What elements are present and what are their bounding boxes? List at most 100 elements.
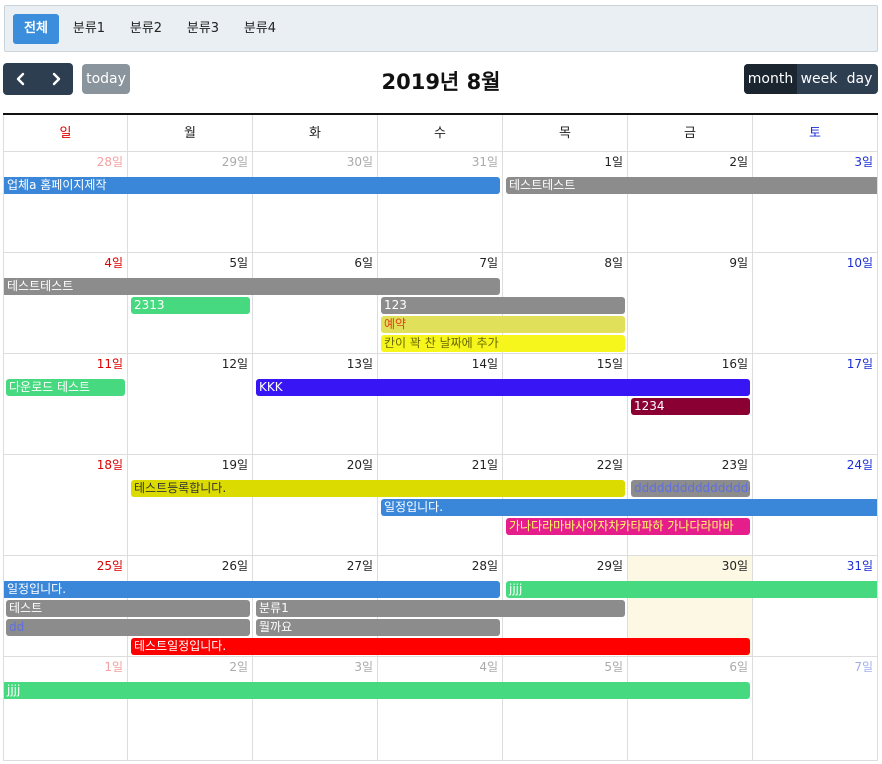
day-number[interactable]: 10일 [847, 254, 873, 271]
day-cell[interactable]: 31일 [378, 152, 503, 253]
calendar-event[interactable]: 테스트등록합니다. [131, 480, 625, 497]
day-cell[interactable]: 20일 [253, 455, 378, 556]
day-number[interactable]: 11일 [97, 355, 123, 372]
calendar-event[interactable]: 뭘까요 [256, 619, 500, 636]
day-cell[interactable]: 15일 [503, 354, 628, 455]
day-number[interactable]: 22일 [597, 456, 623, 473]
day-cell[interactable]: 30일 [253, 152, 378, 253]
day-number[interactable]: 28일 [472, 557, 498, 574]
day-cell[interactable]: 6일 [253, 253, 378, 354]
day-cell[interactable]: 18일 [3, 455, 128, 556]
calendar-event[interactable]: 테스트테스트 [4, 278, 500, 295]
day-cell[interactable]: 3일 [753, 152, 878, 253]
day-number[interactable]: 20일 [347, 456, 373, 473]
day-number[interactable]: 14일 [472, 355, 498, 372]
day-number[interactable]: 26일 [222, 557, 248, 574]
day-number[interactable]: 2일 [729, 153, 748, 170]
calendar-event[interactable]: 가나다라마바사아자차카타파하 가나다라마바 [506, 518, 750, 535]
day-number[interactable]: 13일 [347, 355, 373, 372]
day-number[interactable]: 1일 [604, 153, 623, 170]
day-cell[interactable]: 5일 [503, 657, 628, 761]
day-cell[interactable]: 12일 [128, 354, 253, 455]
day-number[interactable]: 27일 [347, 557, 373, 574]
day-cell[interactable]: 14일 [378, 354, 503, 455]
day-cell[interactable]: 2일 [128, 657, 253, 761]
day-cell[interactable]: 4일 [378, 657, 503, 761]
view-day-button[interactable]: day [841, 64, 878, 94]
day-number[interactable]: 21일 [472, 456, 498, 473]
calendar-event[interactable]: 2313 [131, 297, 250, 314]
day-number[interactable]: 12일 [222, 355, 248, 372]
calendar-event[interactable]: jjjj [506, 581, 877, 598]
category-tab[interactable]: 분류1 [65, 14, 113, 44]
day-number[interactable]: 6일 [729, 658, 748, 675]
day-cell[interactable]: 3일 [253, 657, 378, 761]
day-number[interactable]: 30일 [347, 153, 373, 170]
day-number[interactable]: 2일 [229, 658, 248, 675]
day-number[interactable]: 3일 [854, 153, 873, 170]
day-number[interactable]: 25일 [97, 557, 123, 574]
calendar-event[interactable]: 예약 [381, 316, 625, 333]
day-number[interactable]: 17일 [847, 355, 873, 372]
day-number[interactable]: 29일 [222, 153, 248, 170]
day-number[interactable]: 16일 [722, 355, 748, 372]
day-number[interactable]: 7일 [854, 658, 873, 675]
day-number[interactable]: 24일 [847, 456, 873, 473]
day-cell[interactable]: 9일 [628, 253, 753, 354]
day-cell[interactable]: 2일 [628, 152, 753, 253]
day-number[interactable]: 9일 [729, 254, 748, 271]
category-tab[interactable]: 전체 [13, 14, 59, 44]
day-cell[interactable]: 6일 [628, 657, 753, 761]
calendar-event[interactable]: 테스트일정입니다. [131, 638, 750, 655]
calendar-event[interactable]: KKK [256, 379, 750, 396]
day-number[interactable]: 23일 [722, 456, 748, 473]
calendar-event[interactable]: 분류1 [256, 600, 625, 617]
day-cell[interactable]: 13일 [253, 354, 378, 455]
day-number[interactable]: 29일 [597, 557, 623, 574]
calendar-event[interactable]: 업체a 홈페이지제작 [4, 177, 500, 194]
today-button[interactable]: today [82, 64, 130, 94]
prev-button[interactable] [3, 63, 38, 95]
day-cell[interactable]: 4일 [3, 253, 128, 354]
category-tab[interactable]: 분류4 [236, 14, 284, 44]
day-cell[interactable]: 1일 [3, 657, 128, 761]
calendar-event[interactable]: 일정입니다. [4, 581, 500, 598]
day-cell[interactable]: 17일 [753, 354, 878, 455]
day-number[interactable]: 4일 [104, 254, 123, 271]
day-number[interactable]: 1일 [104, 658, 123, 675]
day-number[interactable]: 5일 [604, 658, 623, 675]
day-cell[interactable]: 7일 [753, 657, 878, 761]
day-number[interactable]: 15일 [597, 355, 623, 372]
day-number[interactable]: 5일 [229, 254, 248, 271]
calendar-event[interactable]: dddddddddddddddd [631, 480, 750, 497]
day-number[interactable]: 31일 [472, 153, 498, 170]
calendar-event[interactable]: 테스트테스트 [506, 177, 877, 194]
day-cell[interactable]: 29일 [128, 152, 253, 253]
day-number[interactable]: 30일 [722, 557, 748, 574]
view-month-button[interactable]: month [744, 64, 797, 94]
day-cell[interactable]: 28일 [3, 152, 128, 253]
day-cell[interactable]: 11일 [3, 354, 128, 455]
calendar-event[interactable]: 다운로드 테스트 [6, 379, 125, 396]
day-cell[interactable]: 10일 [753, 253, 878, 354]
day-number[interactable]: 6일 [354, 254, 373, 271]
calendar-event[interactable]: 123 [381, 297, 625, 314]
day-number[interactable]: 18일 [97, 456, 123, 473]
day-number[interactable]: 3일 [354, 658, 373, 675]
day-number[interactable]: 4일 [479, 658, 498, 675]
calendar-event[interactable]: jjjj [4, 682, 750, 699]
calendar-event[interactable]: 일정입니다. [381, 499, 877, 516]
calendar-event[interactable]: 칸이 꽉 찬 날짜에 추가 [381, 335, 625, 352]
view-week-button[interactable]: week [797, 64, 841, 94]
calendar-event[interactable]: dd [6, 619, 250, 636]
calendar-event[interactable]: 테스트 [6, 600, 250, 617]
day-cell[interactable]: 31일 [753, 556, 878, 657]
day-number[interactable]: 31일 [847, 557, 873, 574]
calendar-event[interactable]: 1234 [631, 398, 750, 415]
day-number[interactable]: 7일 [479, 254, 498, 271]
day-cell[interactable]: 19일 [128, 455, 253, 556]
day-number[interactable]: 19일 [222, 456, 248, 473]
category-tab[interactable]: 분류2 [122, 14, 170, 44]
category-tab[interactable]: 분류3 [179, 14, 227, 44]
next-button[interactable] [38, 63, 73, 95]
